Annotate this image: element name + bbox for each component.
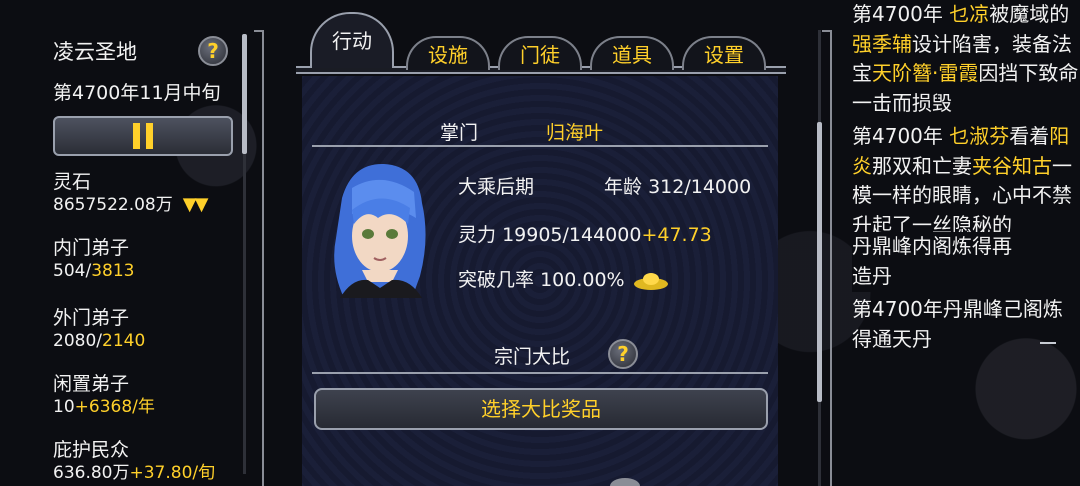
pause-icon [133, 123, 153, 149]
log-entry: 第4700年 乜凉被魔域的强季辅设计陷害，装备法宝天阶簪·雷霞因挡下致命一击而损… [852, 2, 1079, 115]
master-age: 年龄 312/14000 [604, 176, 752, 198]
resource-spirit-stones: 灵石 8657522.08万 ▼▼ [53, 170, 209, 216]
edge-marker [1040, 342, 1056, 344]
left-scrollbar[interactable] [242, 34, 247, 474]
master-realm: 大乘后期 [458, 176, 535, 198]
resource-value: 636.80万+37.80/旬 [53, 463, 216, 483]
master-name[interactable]: 归海叶 [546, 118, 603, 145]
tab-items[interactable]: 道具 [590, 36, 674, 70]
resource-label: 内门弟子 [53, 237, 130, 259]
master-breakthrough: 突破几率 100.00% [458, 265, 669, 292]
resource-value: 504/3813 [53, 261, 135, 281]
center-scroll-thumb[interactable] [817, 122, 822, 402]
divider-right-cap [822, 30, 832, 32]
select-reward-button[interactable]: 选择大比奖品 [314, 388, 768, 430]
resource-label: 闲置弟子 [53, 373, 130, 395]
resource-inner-disciples: 内门弟子 504/3813 [53, 236, 134, 282]
log-entry: 第4700年丹鼎峰己阁炼得通天丹 [852, 297, 1063, 351]
resource-label: 庇护民众 [53, 439, 130, 461]
tab-disciples[interactable]: 门徒 [498, 36, 582, 70]
tab-actions[interactable]: 行动 [310, 12, 394, 68]
left-scroll-thumb[interactable] [242, 34, 247, 154]
resource-value: 2080/2140 [53, 331, 146, 351]
divider-right [830, 30, 832, 486]
resource-protected-people: 庇护民众 636.80万+37.80/旬 [53, 438, 215, 484]
sect-status-panel: 凌云圣地 ? 第4700年11月中旬 灵石 8657522.08万 ▼▼ 内门弟子… [0, 0, 255, 486]
master-portrait[interactable] [322, 158, 434, 298]
gold-ingot-icon[interactable] [633, 271, 669, 291]
tab-facilities[interactable]: 设施 [406, 36, 490, 70]
resource-value: 8657522.08万 ▼▼ [53, 194, 209, 215]
main-panel: 行动 设施 门徒 道具 设置 掌门 归海叶 大乘后期 年龄 312/14000 … [262, 0, 810, 486]
log-entry: 第4700年 乜淑芬看着阳炎那双和亡妻夹谷知古一模一样的眼睛，心中不禁升起了一丝… [852, 124, 1072, 234]
sect-help-button[interactable]: ? [198, 36, 228, 66]
resource-outer-disciples: 外门弟子 2080/2140 [53, 306, 145, 352]
section-divider [312, 145, 768, 147]
game-date: 第4700年11月中旬 [53, 82, 221, 104]
section-divider [312, 372, 768, 374]
event-log[interactable]: 第4700年 乜凉被魔域的强季辅设计陷害，装备法宝天阶簪·雷霞因挡下致命一击而损… [852, 0, 1080, 486]
sect-name: 凌云圣地 [53, 40, 137, 64]
resource-label: 灵石 [53, 171, 92, 193]
tab-settings[interactable]: 设置 [682, 36, 766, 70]
resource-idle-disciples: 闲置弟子 10+6368/年 [53, 372, 155, 418]
resource-label: 外门弟子 [53, 307, 130, 329]
resource-value: 10+6368/年 [53, 397, 155, 417]
log-entry: 丹鼎峰内阁炼得再 造丹 [852, 232, 1080, 292]
center-scrollbar[interactable] [817, 30, 822, 486]
sect-competition-title: 宗门大比 [494, 346, 571, 368]
competition-help-button[interactable]: ? [608, 339, 638, 369]
decrease-arrows-icon: ▼▼ [182, 194, 209, 215]
master-title: 掌门 [440, 122, 479, 144]
master-spirit-power: 灵力 19905/144000+47.73 [458, 224, 712, 246]
pause-button[interactable] [53, 116, 233, 156]
